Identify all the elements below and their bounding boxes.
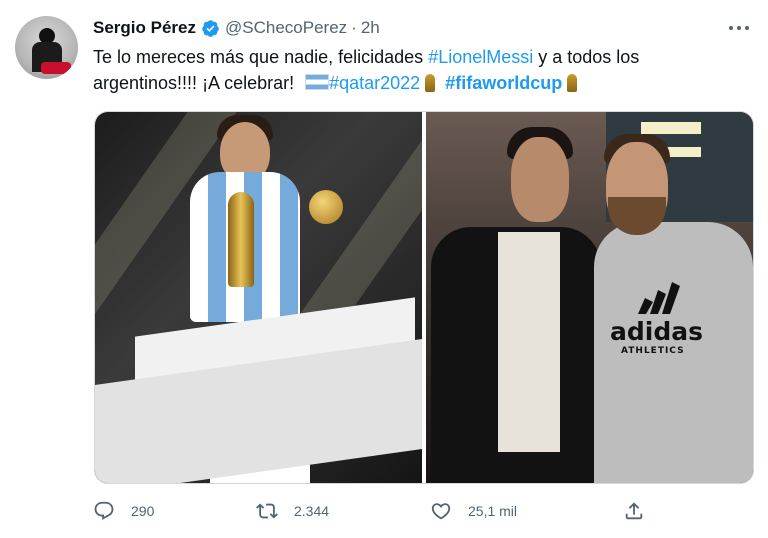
tweet-text-segment: argentinos!!!! ¡A celebrar! (93, 73, 300, 93)
hashtag-fifaworldcup[interactable]: #fifaworldcup (445, 73, 562, 93)
more-options-icon[interactable] (724, 20, 754, 36)
media-photo-two-people[interactable]: adidas ATHLETICS (426, 112, 753, 483)
person1-head (511, 137, 569, 222)
media-photo-trophy[interactable] (95, 112, 422, 483)
author-handle[interactable]: @SChecoPerez (225, 18, 347, 38)
share-icon (625, 502, 643, 520)
tweet-actions: 290 2.344 25,1 mil (93, 494, 653, 528)
trophy-icon (425, 74, 436, 92)
retweet-count: 2.344 (294, 503, 330, 519)
more-dot (737, 26, 741, 30)
tweet-timestamp[interactable]: 2h (361, 18, 380, 38)
retweet-button[interactable]: 2.344 (256, 494, 329, 528)
hoodie-brand-subtext: ATHLETICS (621, 346, 685, 356)
author-name[interactable]: Sergio Pérez (93, 18, 196, 38)
share-button[interactable] (623, 494, 645, 528)
tweet-text: Te lo mereces más que nadie, felicidades… (93, 44, 713, 96)
hashtag-qatar2022[interactable]: #qatar2022 (329, 73, 420, 93)
like-button[interactable]: 25,1 mil (430, 494, 517, 528)
world-cup-trophy (228, 192, 254, 287)
hoodie-brand-text: adidas (610, 317, 703, 346)
trophy-icon (567, 74, 578, 92)
reply-button[interactable]: 290 (93, 494, 154, 528)
header-separator: · (351, 18, 357, 37)
person1-shirt (498, 232, 560, 452)
verified-badge-icon (202, 19, 219, 37)
golden-ball-award (309, 190, 343, 224)
ceiling-light (641, 122, 701, 134)
tweet-text-segment: Te lo mereces más que nadie, felicidades (93, 47, 429, 67)
more-dot (745, 26, 749, 30)
tweet-text-segment: y a todos los (533, 47, 640, 67)
like-count: 25,1 mil (468, 503, 518, 519)
author-avatar[interactable] (15, 16, 78, 79)
reply-count: 290 (131, 503, 155, 519)
more-dot (729, 26, 733, 30)
tweet-header: Sergio Pérez @SChecoPerez · 2h (93, 17, 380, 39)
tweet-media: adidas ATHLETICS (94, 111, 754, 484)
avatar-car (41, 62, 71, 74)
like-icon (431, 503, 451, 520)
hashtag-lionelmessi[interactable]: #LionelMessi (428, 47, 533, 67)
adidas-logo-icon (638, 282, 680, 314)
tweet-card[interactable]: Sergio Pérez @SChecoPerez · 2h Te lo mer… (0, 0, 768, 538)
retweet-icon (256, 503, 278, 519)
argentina-flag-icon (305, 74, 330, 90)
reply-icon (94, 501, 114, 520)
